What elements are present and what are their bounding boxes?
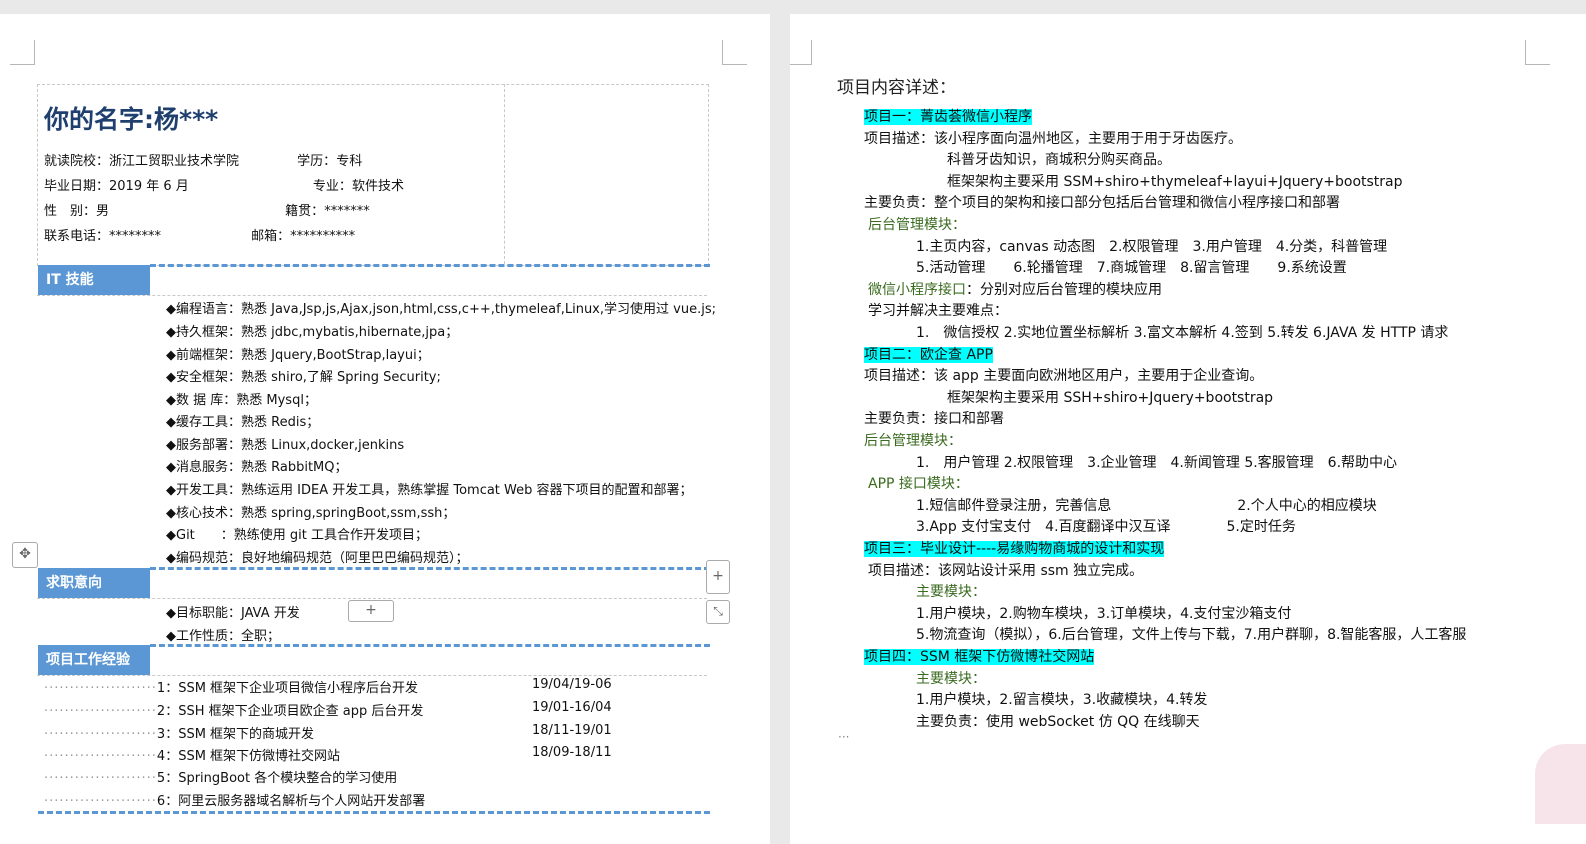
table-divider <box>37 598 707 599</box>
experience-item: ······················1：SSM 框架下企业项目微信小程序… <box>44 677 612 696</box>
table-move-handle-icon[interactable]: ✥ <box>12 542 38 568</box>
info-row: 就读院校：浙江工贸职业技术学院 学历：专科 <box>44 154 363 169</box>
details-heading: 项目内容详述： <box>837 78 956 98</box>
table-divider <box>504 84 505 264</box>
detail-line: 项目三：毕业设计----易缘购物商城的设计和实现 <box>864 541 1165 557</box>
info-row: 毕业日期：2019 年 6 月 专业：软件技术 <box>44 179 404 194</box>
section-divider <box>150 644 710 647</box>
skill-item: ◆开发工具：熟练运用 IDEA 开发工具，熟练掌握 Tomcat Web 容器下… <box>166 483 693 498</box>
detail-line: 主要负责：整个项目的架构和接口部分包括后台管理和微信小程序接口和部署 <box>864 195 1340 212</box>
info-row: 性 别：男 籍贯：******* <box>44 204 370 219</box>
skill-item: ◆编码规范：良好地编码规范（阿里巴巴编码规范）； <box>166 551 469 566</box>
section-header-intent: 求职意向 <box>38 568 150 598</box>
detail-line: 3.App 支付宝支付 4.百度翻译中汉互译 5.定时任务 <box>916 519 1296 536</box>
detail-line: 框架架构主要采用 SSM+shiro+thymeleaf+layui+Jquer… <box>947 173 1403 190</box>
skill-item: ◆Git ：熟练使用 git 工具合作开发项目； <box>166 528 429 543</box>
detail-line: 1. 用户管理 2.权限管理 3.企业管理 4.新闻管理 5.客服管理 6.帮助… <box>916 454 1398 471</box>
detail-line: 1. 微信授权 2.实地位置坐标解析 3.富文本解析 4.签到 5.转发 6.J… <box>916 325 1449 341</box>
experience-item: ······················2：SSH 框架下企业项目欧企查 a… <box>44 700 612 719</box>
info-row: 联系电话：******** 邮箱：********** <box>44 229 356 244</box>
detail-line: 1.短信邮件登录注册，完善信息 2.个人中心的相应模块 <box>916 497 1377 514</box>
resume-name: 你的名字:杨*** <box>44 105 219 134</box>
detail-line: 5.物流查询（模拟），6.后台管理，文件上传与下载，7.用户群聊，8.智能客服，… <box>916 627 1467 644</box>
section-divider <box>150 264 710 267</box>
detail-line: 项目描述：该 app 主要面向欧洲地区用户，主要用于企业查询。 <box>864 368 1264 385</box>
detail-line: 框架架构主要采用 SSH+shiro+Jquery+bootstrap <box>947 389 1274 406</box>
page-corner-mark <box>1525 40 1550 65</box>
detail-line: 项目描述：该网站设计采用 ssm 独立完成。 <box>868 562 1144 579</box>
skill-item: ◆持久框架：熟悉 jdbc,mybatis,hibernate,jpa； <box>166 325 459 340</box>
detail-line: 主要负责：使用 webSocket 仿 QQ 在线聊天 <box>916 713 1200 730</box>
table-divider <box>37 675 707 676</box>
add-column-button[interactable]: + <box>706 560 730 594</box>
table-divider <box>37 295 707 296</box>
detail-line: 1.主页内容，canvas 动态图 2.权限管理 3.用户管理 4.分类，科普管… <box>916 238 1388 255</box>
paragraph-mark: ··· <box>838 730 850 744</box>
detail-line: 项目二：欧企查 APP <box>864 346 993 363</box>
page-corner-mark <box>722 40 747 65</box>
page-corner-mark <box>10 40 35 65</box>
detail-line: 5.活动管理 6.轮播管理 7.商城管理 8.留言管理 9.系统设置 <box>916 260 1347 277</box>
skill-item: ◆核心技术：熟悉 spring,springBoot,ssm,ssh； <box>166 506 456 521</box>
experience-item: ······················6：阿里云服务器域名解析与个人网站开… <box>44 794 426 809</box>
detail-line: 主要负责：接口和部署 <box>864 411 1004 428</box>
detail-line: 主要模块： <box>916 670 986 687</box>
details-page: 项目内容详述： 项目一：菁齿荟微信小程序项目描述：该小程序面向温州地区，主要用于… <box>790 14 1586 844</box>
experience-item: ······················4：SSM 框架下仿微博社交网站 1… <box>44 745 612 764</box>
detail-line: 项目四：SSM 框架下仿微博社交网站 <box>864 649 1095 665</box>
section-header-experience: 项目工作经验 <box>38 645 150 675</box>
detail-line: 1.用户模块，2.购物车模块，3.订单模块，4.支付宝沙箱支付 <box>916 605 1292 622</box>
intent-item: ◆目标职能：JAVA 开发 <box>166 606 300 621</box>
section-header-skills: IT 技能 <box>38 265 150 295</box>
resume-page: 你的名字:杨*** 就读院校：浙江工贸职业技术学院 学历：专科 毕业日期：201… <box>0 14 770 844</box>
detail-line: 后台管理模块： <box>864 433 962 449</box>
add-row-button[interactable]: + <box>348 600 394 622</box>
decorative-sticker-image <box>1535 744 1586 824</box>
detail-line: APP 接口模块： <box>868 476 969 493</box>
skill-item: ◆前端框架：熟悉 Jquery,BootStrap,layui； <box>166 348 430 363</box>
table-resize-handle-icon[interactable]: ⤡ <box>706 600 730 624</box>
detail-line: 主要模块： <box>916 584 986 601</box>
experience-item: ······················5：SpringBoot 各个模块整… <box>44 771 398 786</box>
skill-item: ◆消息服务：熟悉 RabbitMQ； <box>166 460 348 475</box>
detail-line: 1.用户模块，2.留言模块，3.收藏模块，4.转发 <box>916 692 1208 709</box>
detail-line: 微信小程序接口：分别对应后台管理的模块应用 <box>868 281 1162 298</box>
page-corner-mark <box>790 40 812 65</box>
detail-line: 项目描述：该小程序面向温州地区，主要用于用于牙齿医疗。 <box>864 130 1242 147</box>
skill-item: ◆安全框架：熟悉 shiro,了解 Spring Security; <box>166 370 441 385</box>
detail-line: 项目一：菁齿荟微信小程序 <box>864 109 1032 125</box>
skill-item: ◆缓存工具：熟悉 Redis； <box>166 415 320 430</box>
detail-line: 学习并解决主要难点： <box>868 303 1008 320</box>
skill-item: ◆编程语言：熟悉 Java,Jsp,js,Ajax,json,html,css,… <box>166 302 716 317</box>
detail-line: 后台管理模块： <box>868 217 966 233</box>
detail-line: 科普牙齿知识，商城积分购买商品。 <box>947 152 1171 169</box>
skill-item: ◆数 据 库：熟悉 Mysql； <box>166 393 317 408</box>
section-divider <box>150 567 710 570</box>
intent-item: ◆工作性质：全职； <box>166 629 281 644</box>
experience-item: ······················3：SSM 框架下的商城开发 18/… <box>44 723 612 742</box>
skill-item: ◆服务部署：熟悉 Linux,docker,jenkins <box>166 438 405 453</box>
section-divider <box>38 811 710 814</box>
